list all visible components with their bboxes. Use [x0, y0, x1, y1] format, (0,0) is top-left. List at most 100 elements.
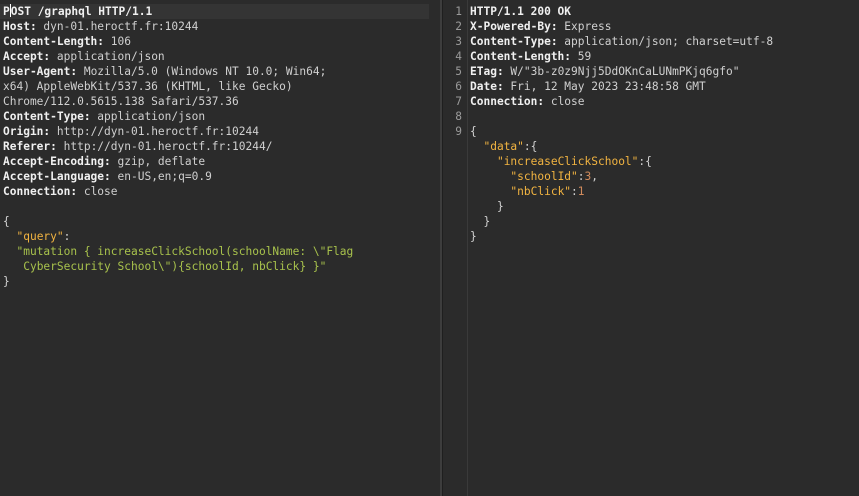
header-accept-encoding[interactable]: Accept-Encoding: gzip, deflate	[3, 154, 440, 169]
header-user-agent[interactable]: User-Agent: Mozilla/5.0 (Windows NT 10.0…	[3, 64, 440, 79]
header-value: close	[544, 95, 585, 108]
header-user-agent-cont2[interactable]: Chrome/112.0.5615.138 Safari/537.36	[3, 94, 440, 109]
resp-header-date[interactable]: Date: Fri, 12 May 2023 23:48:58 GMT	[470, 79, 859, 94]
resp-header-content-type[interactable]: Content-Type: application/json; charset=…	[470, 34, 859, 49]
header-value: dyn-01.heroctf.fr:10244	[36, 20, 199, 33]
response-viewer[interactable]: 1 2 3 4 5 6 7 8 9 HTTP/1.1 200 OK X-Powe…	[443, 0, 859, 496]
header-value: Fri, 12 May 2023 23:48:58 GMT	[503, 80, 706, 93]
brace: :{	[638, 155, 652, 168]
header-name: Content-Length:	[3, 35, 105, 48]
header-name: Referer:	[3, 140, 57, 153]
header-name: Host:	[3, 20, 37, 33]
json-data-line[interactable]: "data":{	[470, 139, 859, 154]
line-number: 9	[455, 125, 462, 138]
header-value: close	[77, 185, 118, 198]
brace: }	[483, 215, 491, 228]
header-value: Mozilla/5.0 (Windows NT 10.0; Win64;	[77, 65, 327, 78]
json-key: "schoolId"	[510, 170, 578, 183]
line-number: 1	[455, 5, 462, 18]
json-number: 1	[577, 185, 585, 198]
header-name: Date:	[470, 80, 504, 93]
request-editor[interactable]: POST /graphql HTTP/1.1 Host: dyn-01.hero…	[0, 0, 440, 496]
json-open-brace[interactable]: {	[3, 214, 440, 229]
line-number: 4	[455, 50, 462, 63]
brace: }	[3, 275, 10, 288]
line-number: 6	[455, 80, 462, 93]
line-number-gutter: 1 2 3 4 5 6 7 8 9	[443, 0, 468, 496]
status-text: HTTP/1.1 200 OK	[470, 5, 572, 18]
header-name: Connection:	[470, 95, 545, 108]
header-name: ETag:	[470, 65, 504, 78]
header-name: Content-Type:	[3, 110, 91, 123]
header-accept-language[interactable]: Accept-Language: en-US,en;q=0.9	[3, 169, 440, 184]
comma: ,	[591, 170, 599, 183]
colon: :	[63, 230, 71, 243]
header-value: gzip, deflate	[110, 155, 206, 168]
json-key: "nbClick"	[510, 185, 572, 198]
request-line[interactable]: POST /graphql HTTP/1.1	[0, 4, 429, 19]
header-value: Chrome/112.0.5615.138 Safari/537.36	[3, 95, 239, 108]
request-text[interactable]: POST /graphql HTTP/1.1 Host: dyn-01.hero…	[0, 4, 440, 289]
line-number: 7	[455, 95, 462, 108]
header-accept[interactable]: Accept: application/json	[3, 49, 440, 64]
header-name: Accept:	[3, 50, 51, 63]
json-query-key-line[interactable]: "query":	[3, 229, 440, 244]
json-open-brace[interactable]: {	[470, 124, 859, 139]
resp-header-connection[interactable]: Connection: close	[470, 94, 859, 109]
header-value: x64) AppleWebKit/537.36 (KHTML, like Gec…	[3, 80, 293, 93]
json-query-value-line1[interactable]: "mutation { increaseClickSchool(schoolNa…	[3, 244, 440, 259]
resp-header-content-length[interactable]: Content-Length: 59	[470, 49, 859, 64]
json-key: "query"	[16, 230, 64, 243]
resp-header-x-powered-by[interactable]: X-Powered-By: Express	[470, 19, 859, 34]
header-value: http://dyn-01.heroctf.fr:10244	[50, 125, 259, 138]
blank-line[interactable]	[3, 199, 440, 214]
header-value: Express	[557, 20, 612, 33]
brace: {	[3, 215, 10, 228]
header-value: application/json	[90, 110, 206, 123]
response-text[interactable]: HTTP/1.1 200 OK X-Powered-By: Express Co…	[470, 4, 859, 244]
json-nb-click-line[interactable]: "nbClick":1	[470, 184, 859, 199]
line-number: 3	[455, 35, 462, 48]
status-line[interactable]: HTTP/1.1 200 OK	[470, 4, 859, 19]
json-key: "increaseClickSchool"	[496, 155, 639, 168]
header-value: 59	[571, 50, 592, 63]
header-name: Origin:	[3, 125, 51, 138]
colon: :	[571, 185, 578, 198]
header-value: application/json; charset=utf-8	[557, 35, 774, 48]
header-connection[interactable]: Connection: close	[3, 184, 440, 199]
header-content-length[interactable]: Content-Length: 106	[3, 34, 440, 49]
header-name: Content-Length:	[470, 50, 572, 63]
json-string: "mutation { increaseClickSchool(schoolNa…	[16, 245, 354, 258]
header-name: Connection:	[3, 185, 78, 198]
json-key: "data"	[483, 140, 524, 153]
json-query-value-line2[interactable]: CyberSecurity School\"){schoolId, nbClic…	[3, 259, 440, 274]
request-method-first: P	[3, 5, 10, 18]
header-name: Accept-Encoding:	[3, 155, 111, 168]
json-close-brace[interactable]: }	[3, 274, 440, 289]
header-name: Content-Type:	[470, 35, 558, 48]
header-name: User-Agent:	[3, 65, 78, 78]
line-number: 2	[455, 20, 462, 33]
header-value: 106	[104, 35, 131, 48]
header-referer[interactable]: Referer: http://dyn-01.heroctf.fr:10244/	[3, 139, 440, 154]
request-line-rest: OST /graphql HTTP/1.1	[10, 5, 153, 18]
resp-header-etag[interactable]: ETag: W/"3b-z0z9Njj5DdOKnCaLUNmPKjq6gfo"	[470, 64, 859, 79]
json-string: CyberSecurity School\"){schoolId, nbClic…	[16, 260, 327, 273]
header-value: application/json	[50, 50, 165, 63]
header-value: http://dyn-01.heroctf.fr:10244/	[56, 140, 273, 153]
header-value: W/"3b-z0z9Njj5DdOKnCaLUNmPKjq6gfo"	[503, 65, 740, 78]
header-host[interactable]: Host: dyn-01.heroctf.fr:10244	[3, 19, 440, 34]
brace: }	[496, 200, 504, 213]
json-school-id-line[interactable]: "schoolId":3,	[470, 169, 859, 184]
json-mid-close-line[interactable]: }	[470, 214, 859, 229]
json-outer-close-line[interactable]: }	[470, 229, 859, 244]
header-origin[interactable]: Origin: http://dyn-01.heroctf.fr:10244	[3, 124, 440, 139]
json-increase-click-line[interactable]: "increaseClickSchool":{	[470, 154, 859, 169]
header-name: X-Powered-By:	[470, 20, 558, 33]
colon: :	[577, 170, 585, 183]
blank-line[interactable]	[470, 109, 859, 124]
json-inner-close-line[interactable]: }	[470, 199, 859, 214]
header-user-agent-cont1[interactable]: x64) AppleWebKit/537.36 (KHTML, like Gec…	[3, 79, 440, 94]
brace: :{	[523, 140, 538, 153]
header-content-type[interactable]: Content-Type: application/json	[3, 109, 440, 124]
